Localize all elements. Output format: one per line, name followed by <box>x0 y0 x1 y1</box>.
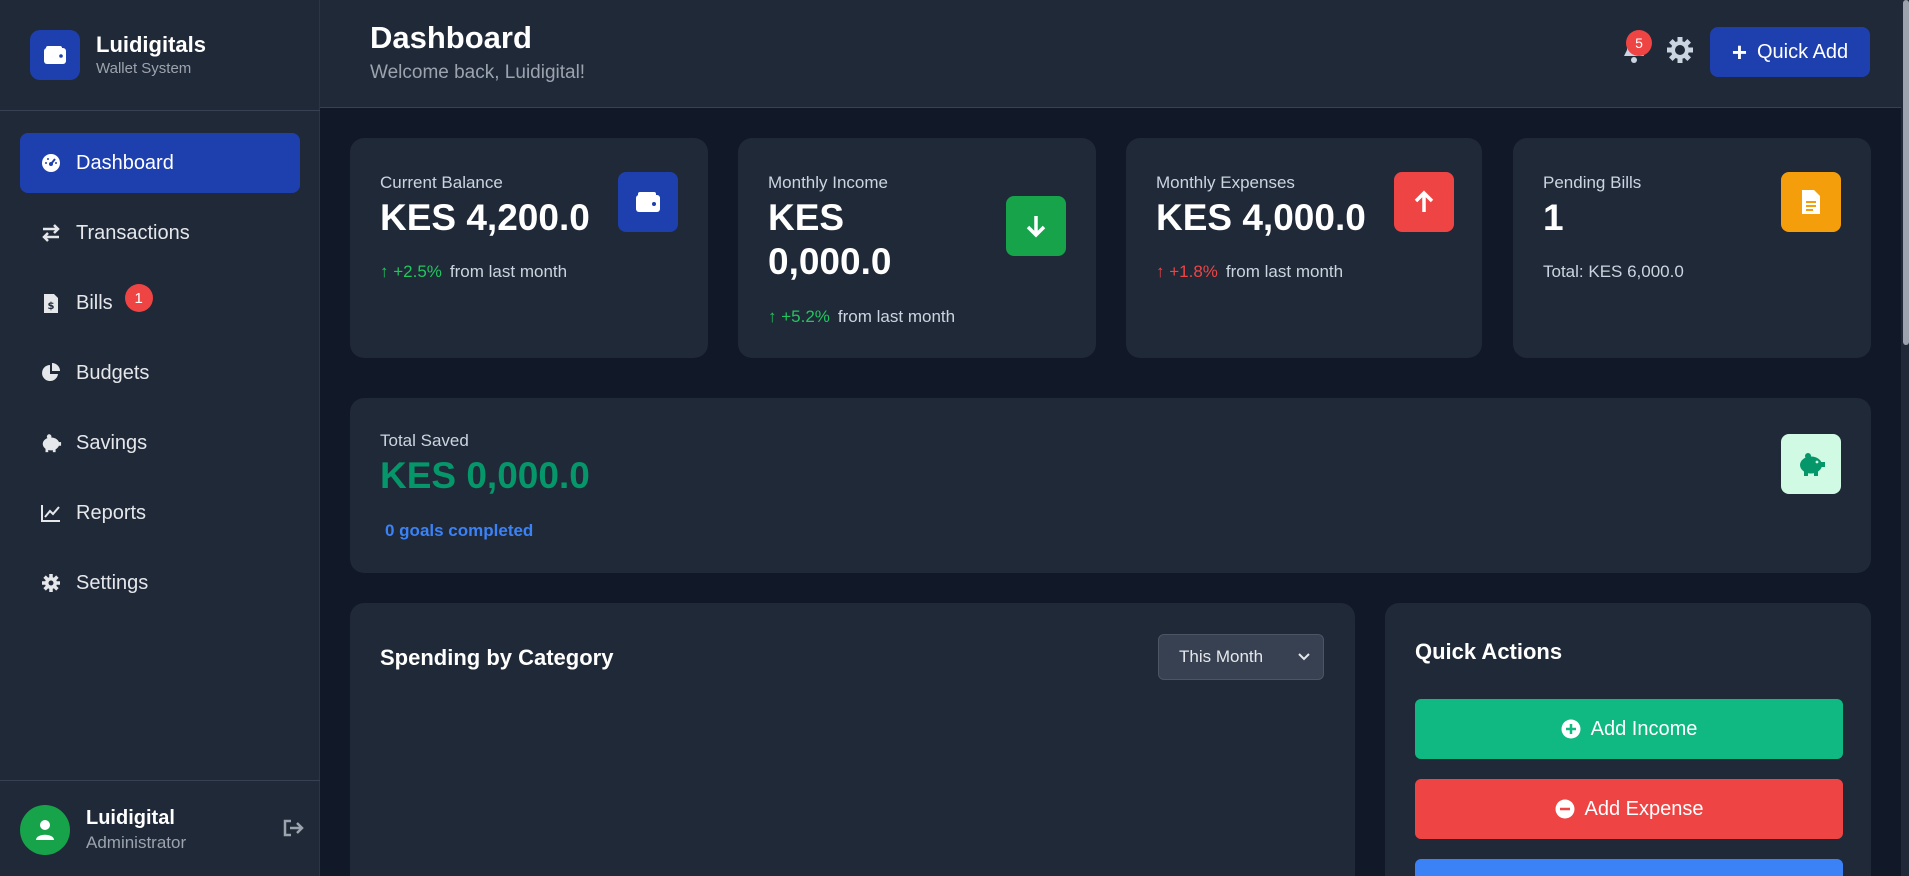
arrows-exchange-icon <box>40 222 62 244</box>
line-chart-icon <box>40 502 62 524</box>
gear-icon <box>40 572 62 594</box>
user-name: Luidigital <box>86 807 175 829</box>
section-title: Spending by Category <box>380 645 614 670</box>
stat-change: ↑ +2.5% from last month <box>380 262 568 281</box>
piggy-bank-icon <box>1781 434 1841 494</box>
pending-bills-card: Pending Bills 1 Total: KES 6,000.0 <box>1513 138 1871 358</box>
stat-value: KES 0,000.0 <box>768 197 892 282</box>
sidebar-item-label: Reports <box>76 501 147 524</box>
current-balance-card: Current Balance KES 4,200.0 ↑ +2.5% from … <box>350 138 708 358</box>
quick-add-label: Quick Add <box>1757 40 1849 63</box>
stat-label: Monthly Income <box>768 173 888 192</box>
piggy-bank-icon <box>40 432 62 454</box>
notification-count-badge: 5 <box>1626 30 1652 56</box>
svg-text:$: $ <box>48 301 55 312</box>
bills-count-badge: 1 <box>124 284 153 312</box>
plus-circle-icon <box>1561 719 1581 739</box>
scrollbar-thumb[interactable] <box>1903 0 1909 345</box>
wallet-icon <box>618 172 678 232</box>
stat-label: Current Balance <box>380 173 503 192</box>
gauge-icon <box>40 152 62 174</box>
sidebar-item-label: Savings <box>76 431 148 454</box>
stat-value: 1 <box>1543 197 1564 238</box>
monthly-income-card: Monthly Income KES 0,000.0 ↑ +5.2% from l… <box>738 138 1096 358</box>
period-select-value: This Month <box>1179 647 1264 666</box>
stat-value: KES 4,200.0 <box>380 197 590 238</box>
sidebar-nav: Dashboard Transactions $ Bills 1 Budgets <box>20 133 300 623</box>
sidebar-item-savings[interactable]: Savings <box>20 413 300 473</box>
sidebar: Luidigitals Wallet System Dashboard Tran… <box>0 0 320 876</box>
stat-value: KES 4,000.0 <box>1156 197 1366 238</box>
quick-actions-panel: Quick Actions Add Income Add Expense <box>1385 603 1871 876</box>
stat-label: Monthly Expenses <box>1156 173 1295 192</box>
stat-change: ↑ +5.2% from last month <box>768 307 956 326</box>
wallet-icon <box>30 30 80 80</box>
page-title: Dashboard <box>370 20 532 55</box>
arrow-up-icon: ↑ +2.5% <box>380 262 442 281</box>
pie-chart-icon <box>40 362 62 384</box>
invoice-icon <box>1781 172 1841 232</box>
sidebar-item-transactions[interactable]: Transactions <box>20 203 300 263</box>
stat-label: Pending Bills <box>1543 173 1642 192</box>
sidebar-item-bills[interactable]: $ Bills 1 <box>20 273 300 333</box>
goals-completed-link[interactable]: 0 goals completed <box>385 521 533 541</box>
brand[interactable]: Luidigitals Wallet System <box>30 30 206 80</box>
user-role: Administrator <box>86 833 187 852</box>
add-expense-button[interactable]: Add Expense <box>1415 779 1843 839</box>
quick-add-button[interactable]: + Quick Add <box>1710 27 1870 77</box>
arrow-up-icon: ↑ +1.8% <box>1156 262 1218 281</box>
welcome-message: Welcome back, Luidigital! <box>370 62 586 83</box>
top-header: Dashboard Welcome back, Luidigital! 5 + … <box>320 0 1909 108</box>
stat-change: ↑ +1.8% from last month <box>1156 262 1344 281</box>
sidebar-item-label: Bills <box>76 291 113 314</box>
saved-value: KES 0,000.0 <box>380 455 590 496</box>
avatar[interactable] <box>20 805 70 855</box>
arrow-down-icon <box>1006 196 1066 256</box>
sidebar-item-label: Budgets <box>76 361 150 384</box>
gear-icon[interactable] <box>1666 36 1696 66</box>
chevron-down-icon <box>1297 648 1311 668</box>
sidebar-item-label: Transactions <box>76 221 190 244</box>
sidebar-item-reports[interactable]: Reports <box>20 483 300 543</box>
divider <box>0 110 320 111</box>
sidebar-item-label: Dashboard <box>76 151 174 174</box>
invoice-dollar-icon: $ <box>40 292 62 314</box>
stat-label: Total Saved <box>380 431 469 450</box>
quick-action-button[interactable] <box>1415 859 1843 876</box>
period-select[interactable]: This Month <box>1158 634 1324 680</box>
arrow-up-icon: ↑ +5.2% <box>768 307 830 326</box>
add-expense-label: Add Expense <box>1584 797 1704 820</box>
sidebar-item-budgets[interactable]: Budgets <box>20 343 300 403</box>
spending-by-category-panel: Spending by Category This Month <box>350 603 1355 876</box>
user-profile: Luidigital Administrator <box>20 805 305 855</box>
brand-name: Luidigitals <box>96 32 206 57</box>
plus-icon: + <box>1731 37 1747 67</box>
logout-icon[interactable] <box>283 819 305 842</box>
minus-circle-icon <box>1555 799 1575 819</box>
sidebar-item-label: Settings <box>76 571 149 594</box>
sidebar-item-dashboard[interactable]: Dashboard <box>20 133 300 193</box>
monthly-expenses-card: Monthly Expenses KES 4,000.0 ↑ +1.8% from… <box>1126 138 1482 358</box>
sidebar-item-settings[interactable]: Settings <box>20 553 300 613</box>
pending-total: Total: KES 6,000.0 <box>1543 262 1684 281</box>
arrow-up-icon <box>1394 172 1454 232</box>
section-title: Quick Actions <box>1415 639 1563 664</box>
divider <box>0 780 320 781</box>
brand-subtitle: Wallet System <box>96 60 192 77</box>
add-income-button[interactable]: Add Income <box>1415 699 1843 759</box>
total-saved-card: Total Saved KES 0,000.0 0 goals complete… <box>350 398 1871 573</box>
add-income-label: Add Income <box>1590 717 1698 740</box>
